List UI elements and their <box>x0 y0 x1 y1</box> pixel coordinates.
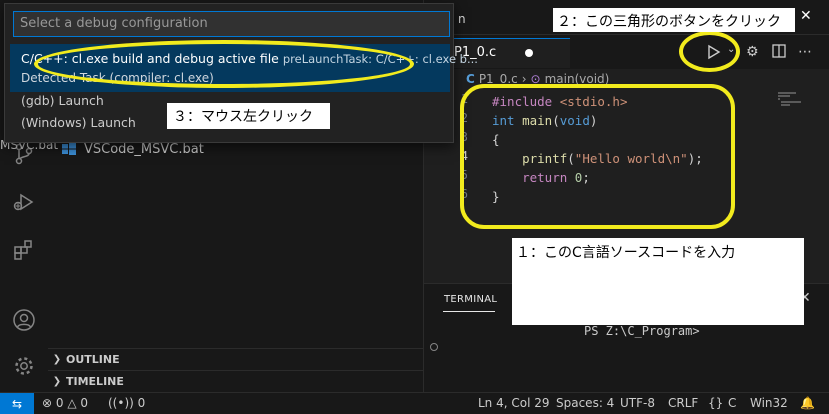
tab-terminal[interactable]: TERMINAL <box>444 294 497 305</box>
encoding[interactable]: UTF-8 <box>620 396 655 410</box>
error-icon: ⊗ <box>42 396 53 410</box>
indentation[interactable]: Spaces: 4 <box>556 396 614 410</box>
remote-icon: ⇆ <box>11 397 23 411</box>
cursor-position[interactable]: Ln 4, Col 29 <box>478 396 550 410</box>
end-of-line[interactable]: CRLF <box>668 396 698 410</box>
ports-count: 0 <box>137 396 146 410</box>
active-tab-indicator <box>443 311 495 312</box>
settings-gear-icon[interactable] <box>12 354 36 378</box>
problems-indicator[interactable]: ⊗ 0 △ 0 <box>42 396 88 410</box>
timeline-section-label: TIMELINE <box>66 375 124 388</box>
ports-indicator[interactable]: ((•)) 0 <box>108 396 145 410</box>
terminal-status-icon <box>430 343 438 351</box>
close-icon[interactable]: ✕ <box>800 8 812 24</box>
run-debug-icon[interactable] <box>12 190 36 214</box>
warning-count: 0 <box>80 396 89 410</box>
braces-icon[interactable]: {} <box>708 396 723 410</box>
error-count: 0 <box>55 396 64 410</box>
terminal-prompt[interactable]: PS Z:\C_Program> <box>584 324 700 338</box>
platform[interactable]: Win32 <box>750 396 788 410</box>
split-editor-icon[interactable] <box>772 44 786 62</box>
outline-section-label: OUTLINE <box>66 353 120 366</box>
c-file-icon: C <box>466 72 475 86</box>
annotation-step2: ２：この三角形のボタンをクリック <box>553 8 795 32</box>
language-mode[interactable]: C <box>728 396 736 410</box>
gear-icon[interactable]: ⚙ <box>746 44 759 62</box>
tab-partial[interactable]: n <box>458 12 466 26</box>
remote-button[interactable]: ⇆ <box>0 393 34 414</box>
highlight-oval-run-button <box>679 31 740 72</box>
annotation-step3: ３：マウス左クリック <box>167 103 330 129</box>
annotation-step1: １：このC言語ソースコードを入力 <box>512 238 804 325</box>
minimap[interactable] <box>778 92 808 106</box>
unsaved-dot-icon[interactable] <box>525 49 533 57</box>
timeline-section[interactable]: ❯ TIMELINE <box>48 370 424 392</box>
file-item-label: VSCode_MSVC.bat <box>84 141 204 157</box>
chevron-right-icon: ❯ <box>52 354 62 365</box>
warning-icon: △ <box>67 396 77 410</box>
highlight-code-box <box>460 84 735 229</box>
windows-batch-icon <box>62 143 76 155</box>
quick-pick-input[interactable]: Select a debug configuration <box>13 11 450 37</box>
notifications-bell-icon[interactable]: 🔔 <box>800 396 815 410</box>
outline-section[interactable]: ❯ OUTLINE <box>48 348 424 370</box>
chevron-right-icon: ❯ <box>52 376 62 387</box>
more-actions-icon[interactable]: ⋯ <box>798 44 812 62</box>
extensions-icon[interactable] <box>12 238 36 262</box>
highlight-oval-config <box>34 40 414 88</box>
broadcast-icon: ((•)) <box>108 396 134 410</box>
status-bar: ⇆ ⊗ 0 △ 0 ((•)) 0 Ln 4, Col 29 Spaces: 4… <box>0 392 829 414</box>
account-icon[interactable] <box>12 308 36 332</box>
